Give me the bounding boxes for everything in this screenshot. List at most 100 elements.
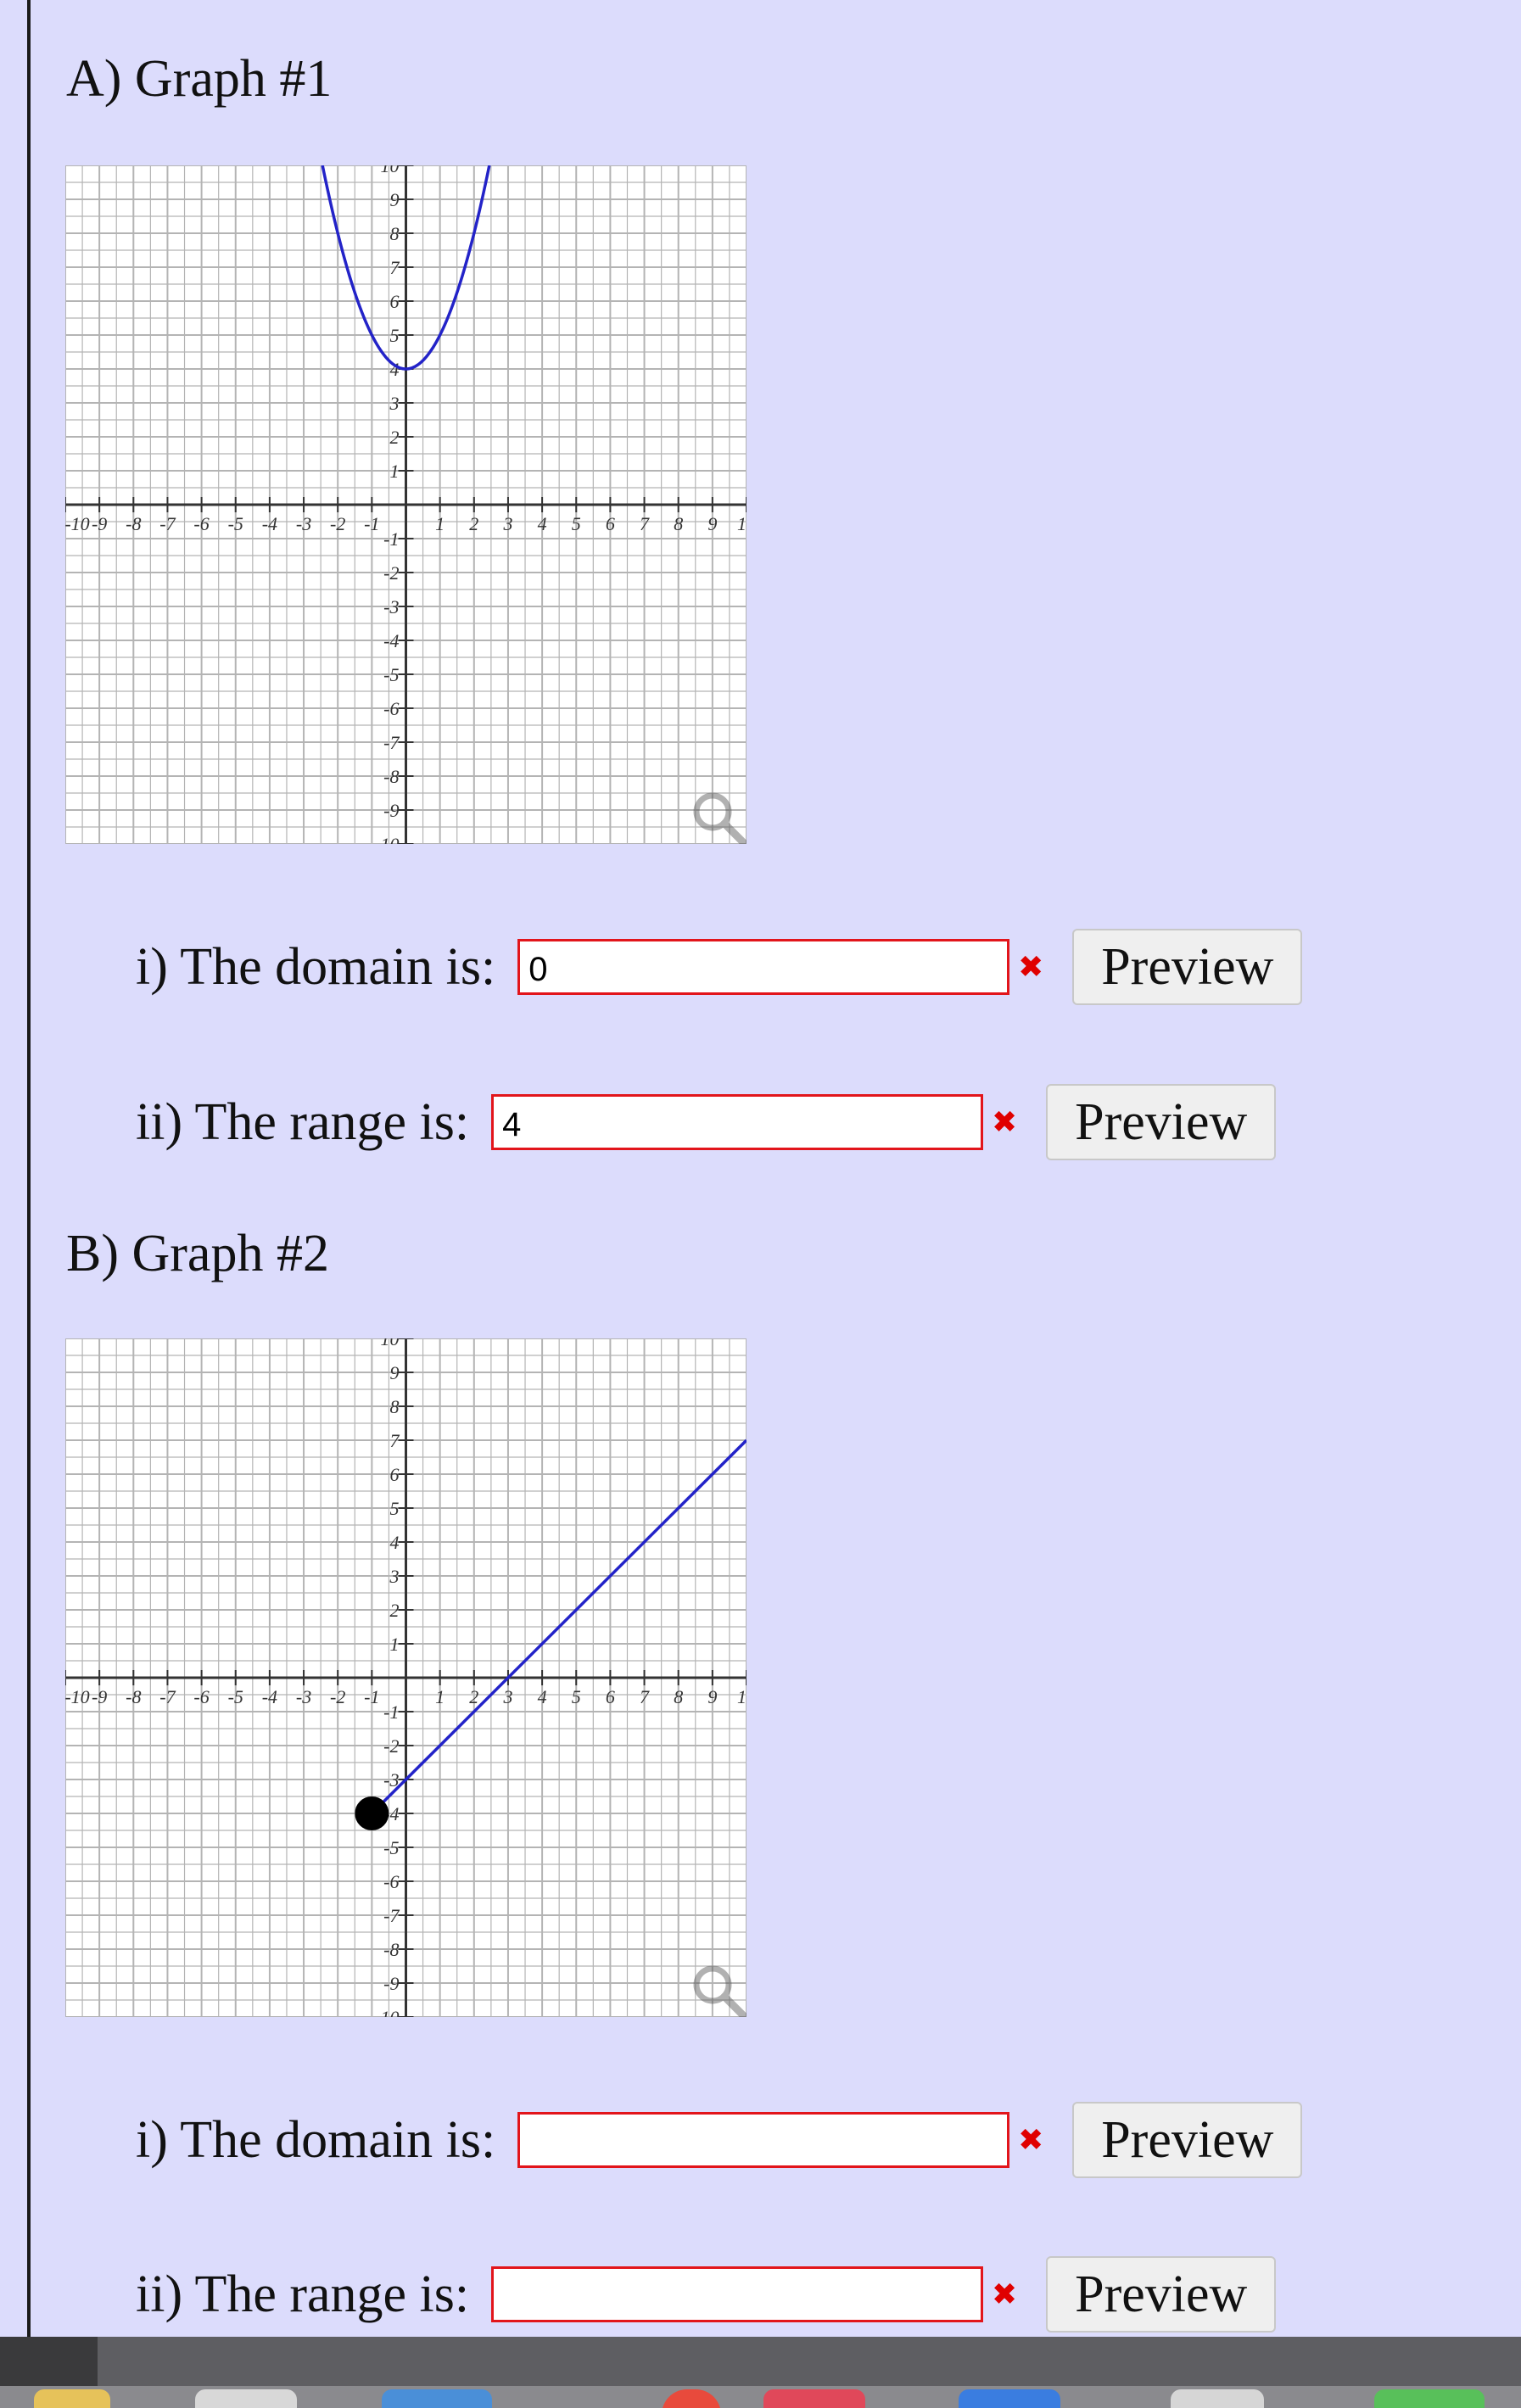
y-tick-label: -6: [383, 1871, 399, 1892]
graph-1-domain-row: i) The domain is: ✖ Preview: [136, 929, 1303, 1005]
y-tick-label: 10: [381, 165, 400, 176]
y-tick-label: 9: [390, 189, 400, 210]
y-tick-label: -9: [383, 800, 399, 821]
x-tick-label: 5: [572, 1686, 581, 1707]
x-tick-label: -9: [92, 513, 107, 534]
x-tick-label: 4: [538, 513, 547, 534]
x-tick-label: -10: [65, 1686, 90, 1707]
x-tick-label: 10: [737, 1686, 747, 1707]
graph-1-domain-preview-button[interactable]: Preview: [1072, 929, 1303, 1005]
x-mark-icon: ✖: [1018, 949, 1044, 985]
section-b-heading: B) Graph #2: [66, 1225, 329, 1282]
graph-1-range-row: ii) The range is: ✖ Preview: [136, 1084, 1277, 1160]
y-tick-label: -9: [383, 1973, 399, 1994]
graph-2-range-input[interactable]: [491, 2266, 984, 2322]
domain-label: i) The domain is:: [136, 2111, 496, 2169]
y-tick-label: 1: [390, 1634, 400, 1655]
x-tick-label: 9: [707, 513, 717, 534]
y-tick-label: 8: [390, 223, 400, 244]
y-tick-label: -2: [383, 562, 399, 584]
x-tick-label: -9: [92, 1686, 107, 1707]
y-tick-label: -1: [383, 528, 399, 550]
y-tick-label: 5: [390, 1498, 400, 1519]
x-tick-label: -2: [330, 513, 345, 534]
x-tick-label: 4: [538, 1686, 547, 1707]
dock-app-icon[interactable]: [34, 2389, 110, 2408]
x-mark-icon: ✖: [1018, 2122, 1044, 2158]
x-tick-label: -8: [126, 1686, 141, 1707]
x-mark-icon: ✖: [992, 1104, 1018, 1140]
range-label: ii) The range is:: [136, 2266, 470, 2323]
x-tick-label: 6: [606, 1686, 615, 1707]
graph-2-domain-row: i) The domain is: ✖ Preview: [136, 2102, 1303, 2178]
x-tick-label: -2: [330, 1686, 345, 1707]
y-tick-label: 7: [390, 257, 400, 278]
dock-app-icon[interactable]: [195, 2389, 297, 2408]
dock-app-icon[interactable]: [763, 2389, 865, 2408]
graph-2-range-preview-button[interactable]: Preview: [1046, 2256, 1277, 2333]
graph-2[interactable]: -10-9-8-7-6-5-4-3-2-11234567891010987654…: [65, 1338, 747, 2017]
graph-1-range-preview-button[interactable]: Preview: [1046, 1084, 1277, 1160]
y-tick-label: -5: [383, 664, 399, 685]
y-tick-label: 6: [390, 291, 400, 312]
y-tick-label: -1: [383, 1701, 399, 1723]
graph-1[interactable]: -10-9-8-7-6-5-4-3-2-11234567891010987654…: [65, 165, 747, 844]
x-tick-label: 3: [502, 513, 512, 534]
x-tick-label: -7: [159, 513, 176, 534]
x-tick-label: 3: [502, 1686, 512, 1707]
x-tick-label: -4: [262, 1686, 277, 1707]
y-tick-label: 5: [390, 325, 400, 346]
y-tick-label: 1: [390, 461, 400, 482]
y-tick-label: 10: [381, 1338, 400, 1349]
x-tick-label: 7: [640, 513, 650, 534]
y-tick-label: -8: [383, 766, 399, 787]
x-tick-label: -5: [228, 1686, 243, 1707]
domain-label: i) The domain is:: [136, 938, 496, 996]
x-tick-label: 1: [435, 1686, 445, 1707]
y-tick-label: -10: [374, 834, 399, 844]
y-tick-label: -2: [383, 1735, 399, 1757]
x-tick-label: 9: [707, 1686, 717, 1707]
graph-1-svg: -10-9-8-7-6-5-4-3-2-11234567891010987654…: [65, 165, 747, 844]
x-tick-label: -6: [193, 1686, 209, 1707]
dock-app-icon[interactable]: [382, 2389, 492, 2408]
y-tick-label: -6: [383, 698, 399, 719]
x-tick-label: -1: [364, 1686, 379, 1707]
y-tick-label: -3: [383, 596, 399, 617]
x-tick-label: -4: [262, 513, 277, 534]
section-a-heading: A) Graph #1: [66, 50, 333, 108]
x-tick-label: 2: [469, 513, 478, 534]
x-tick-label: 6: [606, 513, 615, 534]
graph-1-domain-input[interactable]: [517, 939, 1010, 995]
x-tick-label: -3: [296, 513, 311, 534]
range-label: ii) The range is:: [136, 1093, 470, 1151]
x-tick-label: -1: [364, 513, 379, 534]
os-taskbar: [0, 2337, 1521, 2408]
graph-1-range-input[interactable]: [491, 1094, 984, 1150]
y-tick-label: 6: [390, 1464, 400, 1485]
graph-2-svg: -10-9-8-7-6-5-4-3-2-11234567891010987654…: [65, 1338, 747, 2017]
y-tick-label: 3: [389, 393, 400, 414]
x-tick-label: 1: [435, 513, 445, 534]
y-tick-label: 4: [390, 1532, 400, 1553]
y-tick-label: 2: [390, 427, 400, 448]
dock-app-icon[interactable]: [959, 2389, 1060, 2408]
y-tick-label: -7: [383, 1905, 400, 1926]
y-tick-label: 2: [390, 1600, 400, 1621]
y-tick-label: 3: [389, 1566, 400, 1587]
y-tick-label: -8: [383, 1939, 399, 1960]
graph-2-range-row: ii) The range is: ✖ Preview: [136, 2256, 1277, 2333]
dock-app-icon[interactable]: [1374, 2389, 1485, 2408]
x-tick-label: -6: [193, 513, 209, 534]
x-tick-label: 8: [674, 513, 683, 534]
y-tick-label: 9: [390, 1362, 400, 1383]
x-tick-label: 7: [640, 1686, 650, 1707]
dock-app-icon[interactable]: [1171, 2389, 1264, 2408]
graph-2-domain-preview-button[interactable]: Preview: [1072, 2102, 1303, 2178]
graph-2-domain-input[interactable]: [517, 2112, 1010, 2168]
x-mark-icon: ✖: [992, 2277, 1018, 2312]
x-tick-label: -5: [228, 513, 243, 534]
endpoint-marker: [355, 1796, 389, 1830]
y-tick-label: -10: [374, 2007, 399, 2017]
x-tick-label: -10: [65, 513, 90, 534]
